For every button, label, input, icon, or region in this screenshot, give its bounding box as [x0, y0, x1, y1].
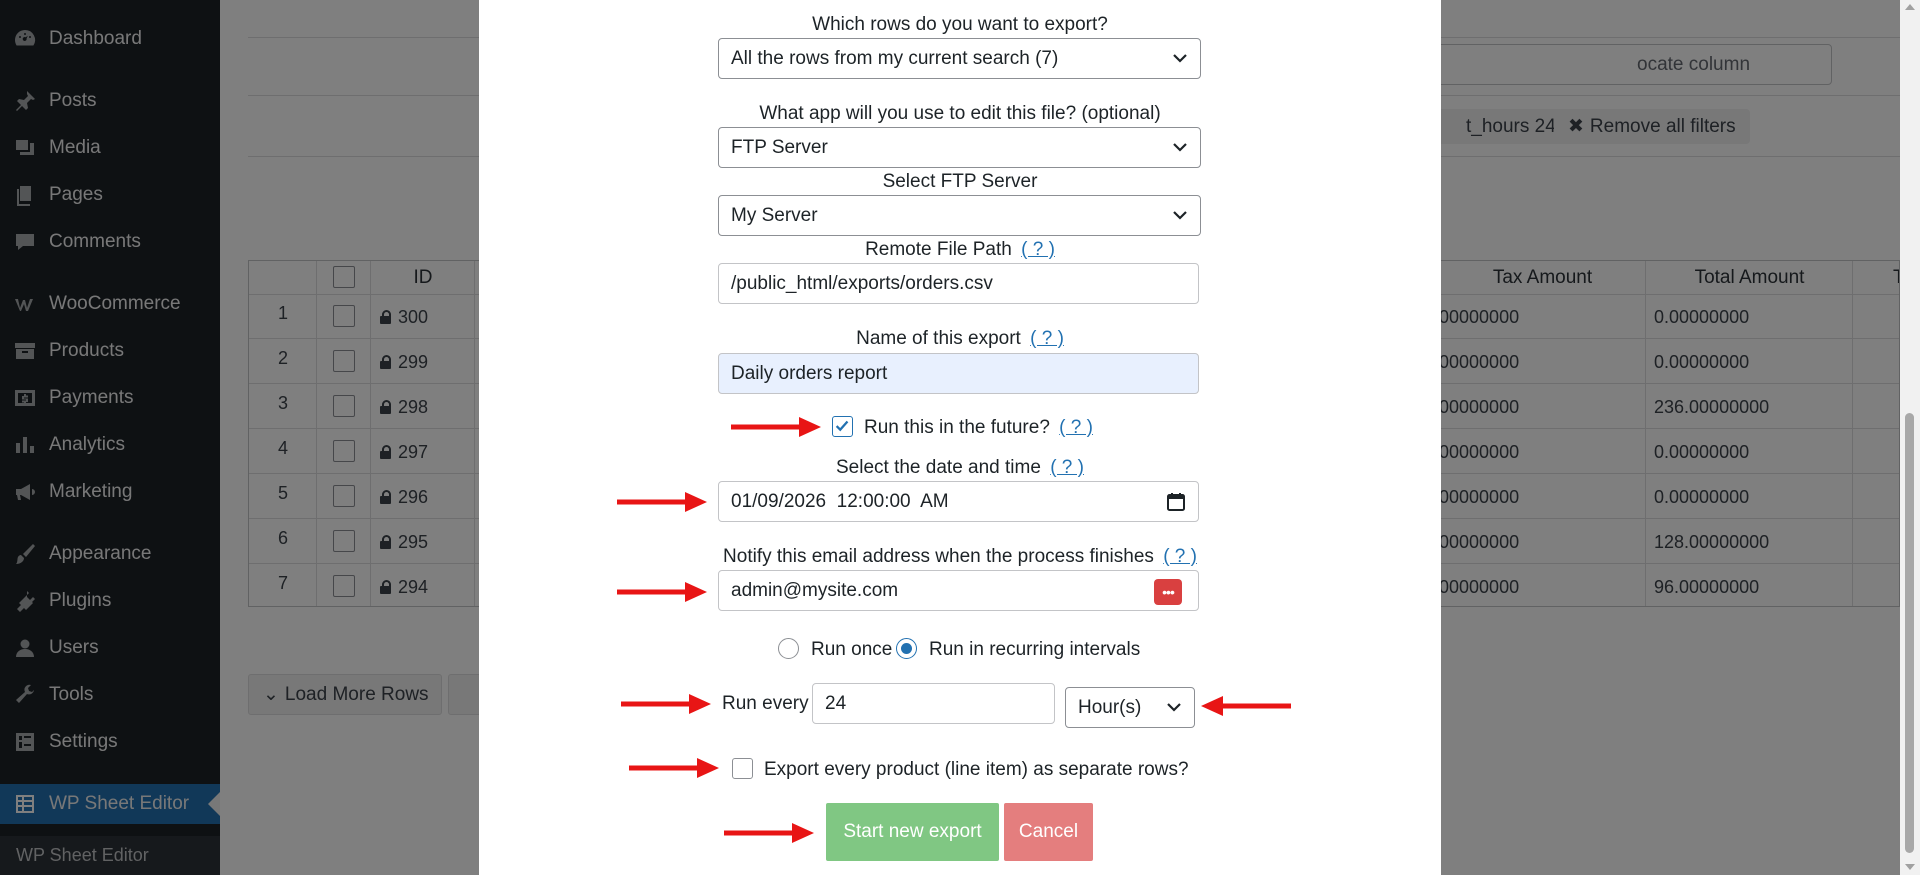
rows-question-label: Which rows do you want to export? — [812, 14, 1108, 35]
cancel-button[interactable]: Cancel — [1004, 803, 1093, 861]
remote-path-input[interactable]: /public_html/exports/orders.csv — [718, 263, 1199, 304]
run-in-future-label: Run this in the future? ( ? ) — [864, 417, 1093, 439]
calendar-icon[interactable] — [1166, 492, 1186, 512]
start-export-button[interactable]: Start new export — [826, 803, 999, 861]
export-name-input[interactable]: Daily orders report — [718, 353, 1199, 394]
annotation-arrow-right — [615, 580, 711, 604]
chevron-down-icon — [1172, 209, 1188, 221]
annotation-arrow-right — [615, 490, 711, 514]
datetime-label-text: Select the date and time — [836, 457, 1041, 478]
chevron-down-icon — [1166, 701, 1182, 713]
interval-unit-value: Hour(s) — [1078, 696, 1142, 718]
checkmark-icon — [835, 420, 849, 432]
chevron-down-icon — [1172, 52, 1188, 64]
email-value: admin@mysite.com — [731, 579, 899, 601]
export-name-label: Name of this export ( ? ) — [479, 328, 1441, 350]
run-recurring-radio[interactable] — [896, 638, 917, 659]
help-link[interactable]: ( ? ) — [1050, 457, 1084, 478]
email-label-text: Notify this email address when the proce… — [723, 546, 1154, 567]
scroll-up-arrow-icon[interactable] — [1905, 4, 1915, 10]
run-every-label: Run every — [722, 693, 809, 714]
separate-rows-checkbox[interactable] — [732, 758, 753, 779]
email-input[interactable]: admin@mysite.com ••• — [718, 570, 1199, 611]
interval-unit-select[interactable]: Hour(s) — [1065, 687, 1195, 728]
app-select-value: FTP Server — [731, 136, 828, 158]
export-modal: Which rows do you want to export? All th… — [479, 0, 1441, 875]
datetime-value: 01/09/2026 12:00:00 AM — [731, 490, 949, 512]
export-name-label-text: Name of this export — [856, 328, 1021, 349]
run-in-future-checkbox[interactable] — [832, 416, 853, 437]
scrollbar-thumb[interactable] — [1905, 413, 1914, 853]
page-scrollbar[interactable] — [1900, 0, 1920, 875]
ftp-server-select-value: My Server — [731, 204, 818, 226]
scroll-down-arrow-icon[interactable] — [1905, 864, 1915, 870]
rows-select[interactable]: All the rows from my current search (7) — [718, 38, 1201, 79]
ftp-server-label: Select FTP Server — [882, 171, 1038, 192]
password-manager-icon[interactable]: ••• — [1154, 579, 1182, 605]
separate-rows-label: Export every product (line item) as sepa… — [764, 759, 1189, 780]
app-select[interactable]: FTP Server — [718, 127, 1201, 168]
help-link[interactable]: ( ? ) — [1163, 546, 1197, 567]
chevron-down-icon — [1172, 141, 1188, 153]
run-once-radio[interactable] — [778, 638, 799, 659]
run-in-future-label-text: Run this in the future? — [864, 417, 1050, 438]
annotation-arrow-left — [1197, 694, 1293, 718]
run-every-input[interactable]: 24 — [812, 683, 1055, 724]
help-link[interactable]: ( ? ) — [1021, 239, 1055, 260]
app-question-label: What app will you use to edit this file?… — [759, 103, 1161, 124]
datetime-label: Select the date and time ( ? ) — [479, 457, 1441, 479]
email-label: Notify this email address when the proce… — [479, 546, 1441, 568]
run-recurring-label: Run in recurring intervals — [929, 639, 1141, 660]
annotation-arrow-right — [729, 415, 825, 439]
annotation-arrow-right — [619, 692, 715, 716]
ftp-server-select[interactable]: My Server — [718, 195, 1201, 236]
help-link[interactable]: ( ? ) — [1059, 417, 1093, 438]
remote-path-label: Remote File Path ( ? ) — [479, 239, 1441, 261]
help-link[interactable]: ( ? ) — [1030, 328, 1064, 349]
annotation-arrow-right — [722, 821, 818, 845]
rows-select-value: All the rows from my current search (7) — [731, 47, 1059, 69]
datetime-input[interactable]: 01/09/2026 12:00:00 AM — [718, 481, 1199, 522]
remote-path-label-text: Remote File Path — [865, 239, 1012, 260]
annotation-arrow-right — [627, 756, 723, 780]
run-once-label: Run once — [811, 639, 893, 660]
